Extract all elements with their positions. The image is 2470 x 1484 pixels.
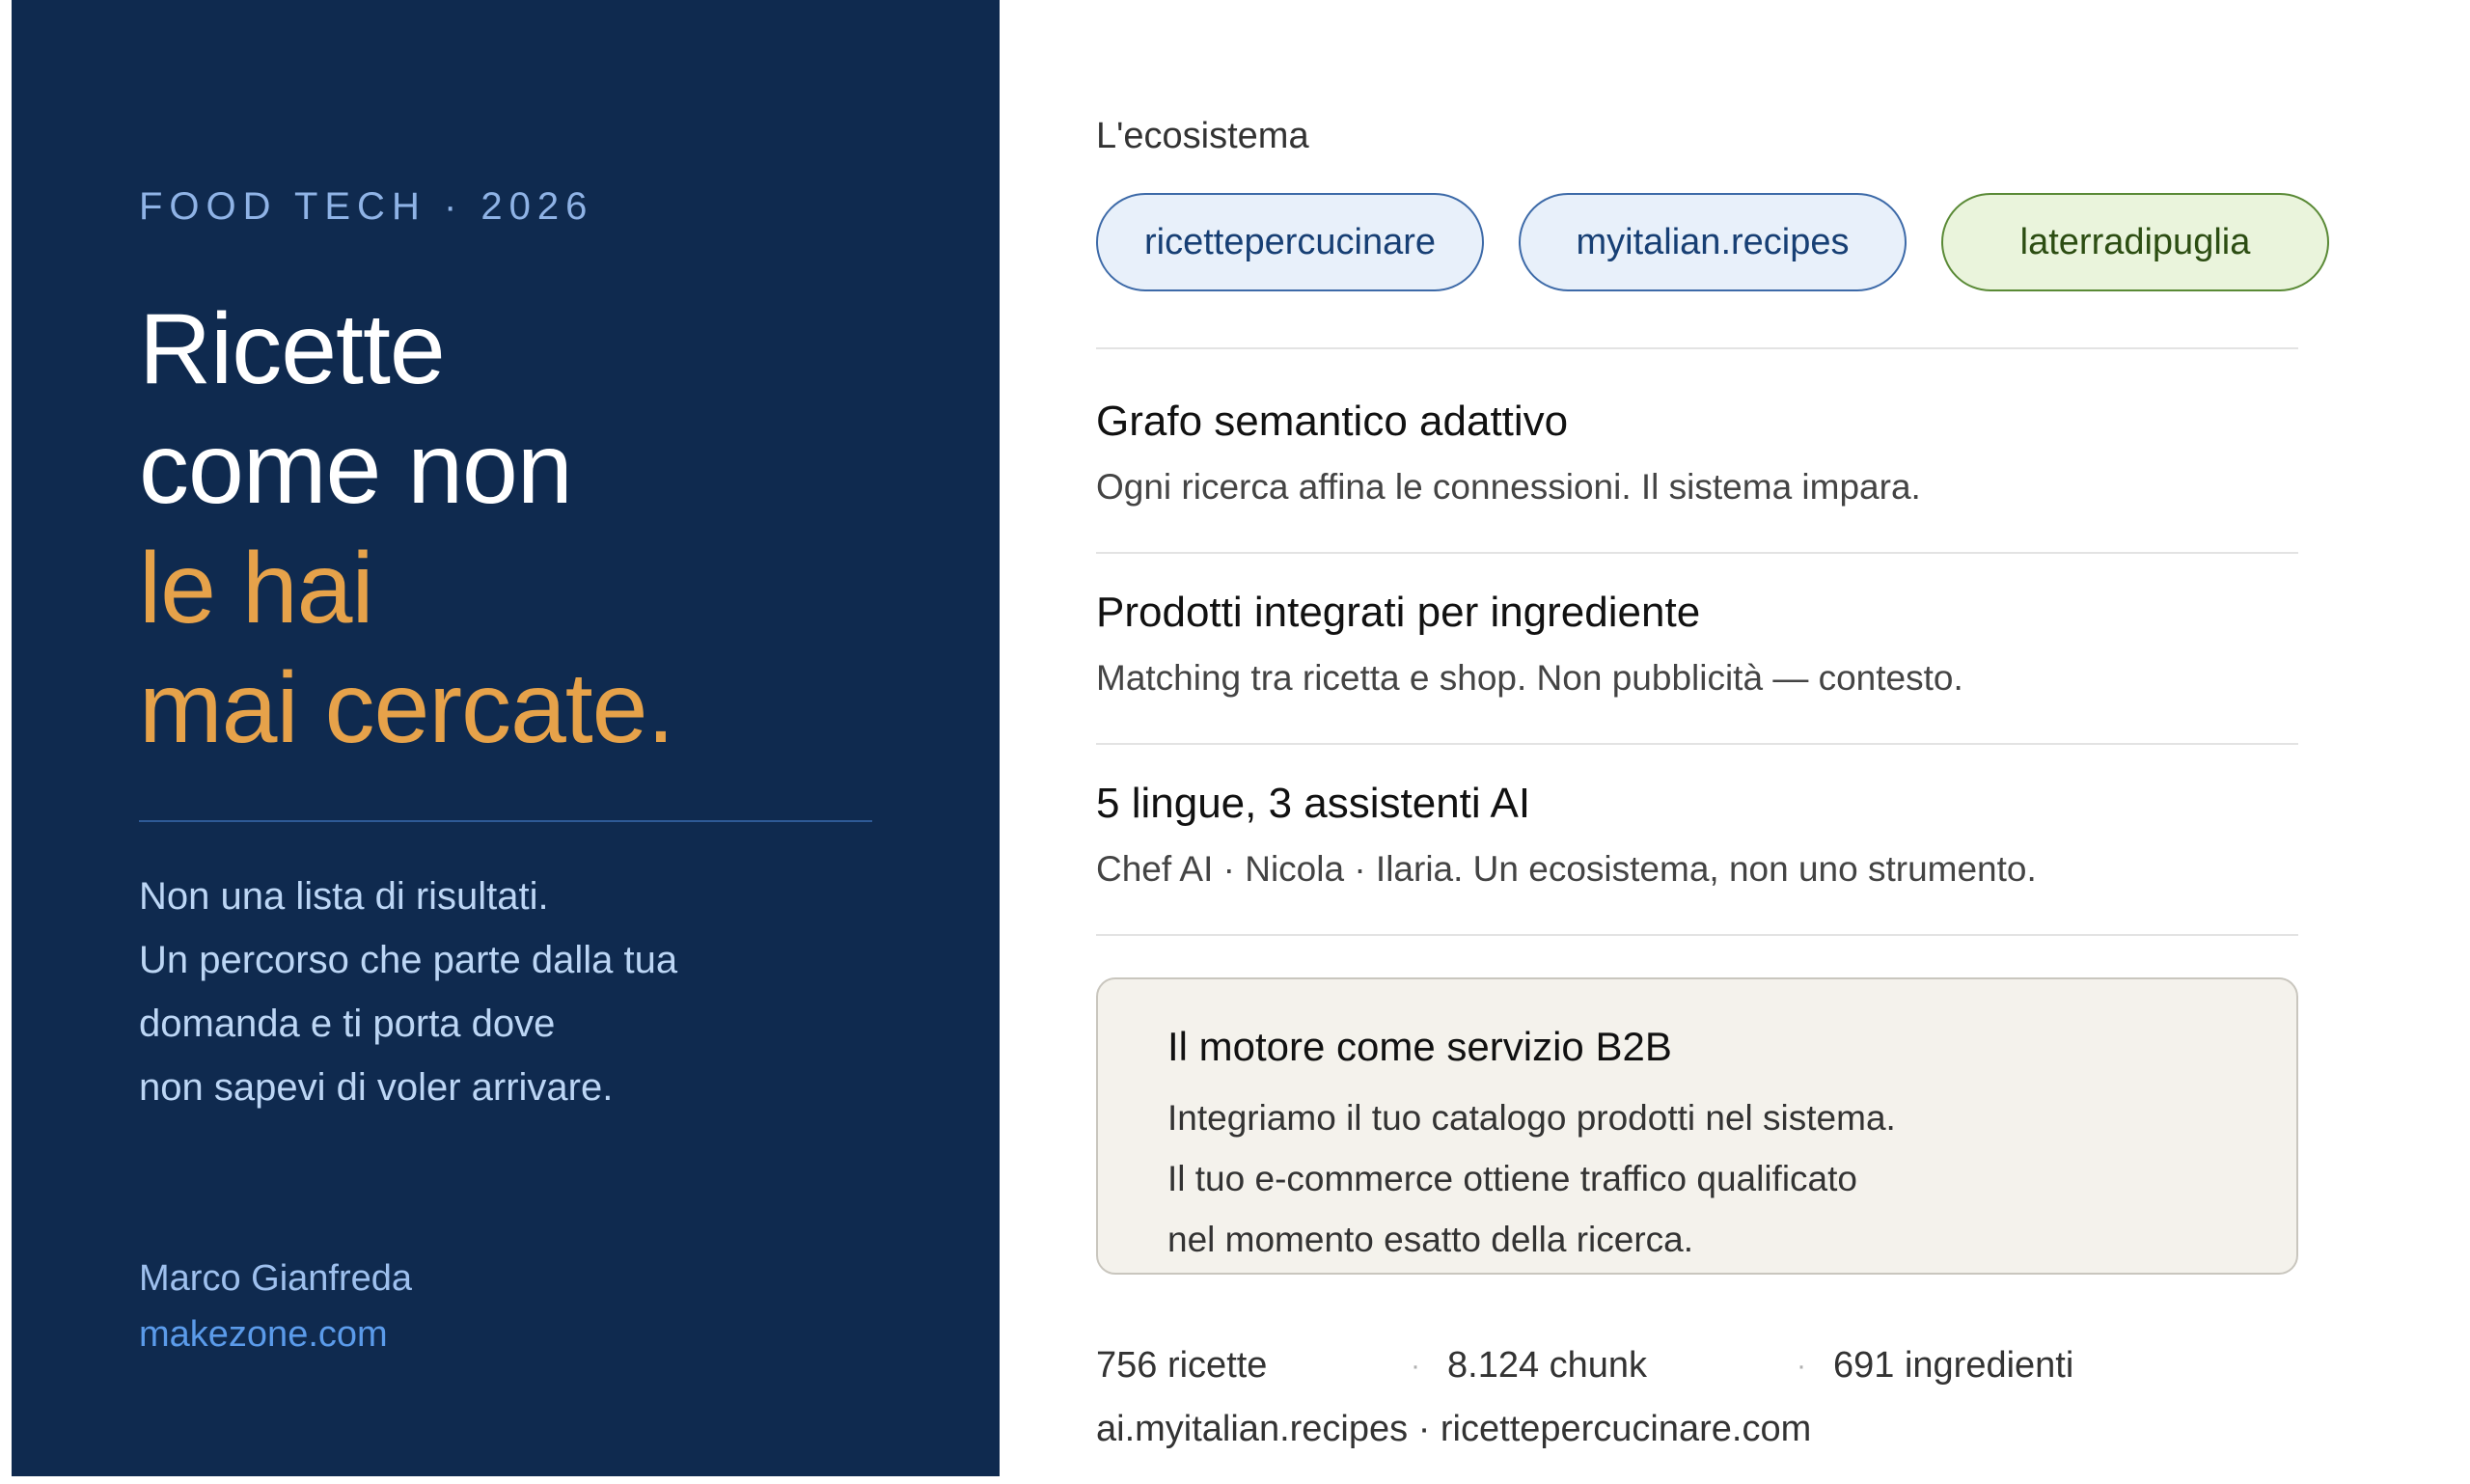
- lead-line-1: Non una lista di risultati.: [139, 875, 549, 918]
- b2b-card: Il motore come servizio B2B Integriamo i…: [1096, 977, 2298, 1275]
- headline-line-2: come non: [139, 413, 573, 525]
- ecosystem-pills: ricettepercucinare myitalian.recipes lat…: [1096, 193, 2329, 291]
- stat-chunks: 8.124 chunk: [1447, 1345, 1648, 1386]
- divider-3: [1096, 743, 2298, 745]
- feature-title: Grafo semantico adattivo: [1096, 398, 1569, 445]
- divider-4: [1096, 934, 2298, 936]
- feature-semantic-graph: Grafo semantico adattivo Ogni ricerca af…: [1096, 398, 2298, 508]
- feature-desc: Ogni ricerca affina le connessioni. Il s…: [1096, 467, 1921, 507]
- stat-separator: ·: [1411, 1350, 1420, 1382]
- lead-line-3: domanda e ti porta dove: [139, 1003, 556, 1045]
- page: FOOD TECH · 2026 Ricette come non le hai…: [0, 0, 2470, 1484]
- headline-line-4: mai cercate.: [139, 652, 674, 764]
- pill-ricettepercucinare[interactable]: ricettepercucinare: [1096, 193, 1484, 291]
- b2b-body: Integriamo il tuo catalogo prodotti nel …: [1167, 1087, 2227, 1270]
- feature-desc: Chef AI · Nicola · Ilaria. Un ecosistema…: [1096, 849, 2037, 889]
- stat-recipes: 756 ricette: [1096, 1345, 1268, 1386]
- feature-title: 5 lingue, 3 assistenti AI: [1096, 780, 1531, 827]
- feature-integrated-products: Prodotti integrati per ingrediente Match…: [1096, 589, 2298, 699]
- lead-paragraph: Non una lista di risultati. Un percorso …: [139, 865, 677, 1119]
- b2b-line-2: Il tuo e-commerce ottiene traffico quali…: [1167, 1159, 1857, 1198]
- content-panel: L'ecosistema ricettepercucinare myitalia…: [1096, 0, 2350, 1484]
- pill-laterradipuglia[interactable]: laterradipuglia: [1941, 193, 2329, 291]
- headline-line-1: Ricette: [139, 293, 446, 405]
- b2b-title: Il motore come servizio B2B: [1167, 1024, 1672, 1069]
- hero-panel: FOOD TECH · 2026 Ricette come non le hai…: [12, 0, 1000, 1476]
- stat-separator: ·: [1797, 1350, 1806, 1382]
- lead-line-4: non sapevi di voler arrivare.: [139, 1066, 614, 1109]
- lead-line-2: Un percorso che parte dalla tua: [139, 939, 678, 981]
- pill-myitalian-recipes[interactable]: myitalian.recipes: [1519, 193, 1907, 291]
- stats-row: 756 ricette · 8.124 chunk · 691 ingredie…: [1096, 1345, 2298, 1393]
- headline: Ricette come non le hai mai cercate.: [139, 289, 674, 768]
- stat-ingredients: 691 ingredienti: [1833, 1345, 2074, 1386]
- feature-languages-assistants: 5 lingue, 3 assistenti AI Chef AI · Nico…: [1096, 780, 2298, 890]
- divider-2: [1096, 552, 2298, 554]
- author-site-link[interactable]: makezone.com: [139, 1314, 388, 1356]
- headline-line-3: le hai: [139, 533, 374, 645]
- hero-divider: [139, 820, 872, 822]
- b2b-line-3: nel momento esatto della ricerca.: [1167, 1220, 1693, 1259]
- ecosystem-label: L'ecosistema: [1096, 116, 1309, 156]
- feature-desc: Matching tra ricetta e shop. Non pubblic…: [1096, 658, 1963, 698]
- eyebrow-label: FOOD TECH · 2026: [139, 185, 594, 228]
- author-name: Marco Gianfreda: [139, 1258, 413, 1299]
- feature-title: Prodotti integrati per ingrediente: [1096, 589, 1701, 636]
- divider-1: [1096, 347, 2298, 349]
- domains-line: ai.myitalian.recipes · ricettepercucinar…: [1096, 1409, 1812, 1449]
- b2b-line-1: Integriamo il tuo catalogo prodotti nel …: [1167, 1098, 1896, 1138]
